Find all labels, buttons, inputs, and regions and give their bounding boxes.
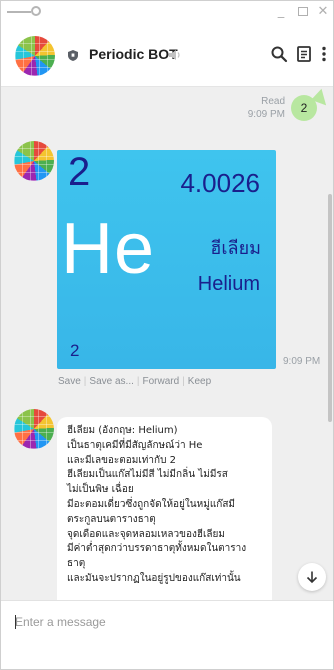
title-bar: _ ✕ [1,1,333,25]
search-icon[interactable] [270,45,288,63]
element-name-english: Helium [197,273,260,295]
element-name-thai: ฮีเลียม [210,238,261,259]
maximize-button[interactable] [295,4,311,20]
image-time: 9:09 PM [283,356,321,367]
separator: | [83,376,87,387]
bot-message-avatar[interactable] [14,409,54,449]
pin-icon[interactable] [7,11,31,13]
notes-icon[interactable] [295,45,313,63]
image-actions: Save | Save as... | Forward | Keep [58,376,211,387]
message-input[interactable] [15,613,315,631]
chat-window: _ ✕ Periodic BOT Read 9:09 PM 2 2 4.0026… [0,0,334,670]
text-caret [15,615,16,629]
bot-avatar[interactable] [15,36,55,76]
element-mass: 4.0026 [180,168,260,198]
close-button[interactable]: ✕ [315,4,331,20]
more-icon[interactable] [319,45,329,63]
keep-link[interactable]: Keep [188,376,211,387]
outgoing-time: 9:09 PM [247,109,285,120]
message-list[interactable]: Read 9:09 PM 2 2 4.0026 He ฮีเลียม Heliu… [1,87,333,600]
arrow-down-icon [306,571,318,584]
read-status: Read [261,96,285,107]
incoming-text-message[interactable]: ฮีเลียม (อังกฤษ: Helium) เป็นธาตุเคมีที่… [57,417,272,600]
forward-link[interactable]: Forward [142,376,179,387]
chat-header: Periodic BOT [1,25,333,87]
outgoing-meta: Read 9:09 PM [248,95,285,121]
outgoing-message[interactable]: 2 [291,95,317,121]
maximize-icon [298,7,308,16]
mute-icon [169,50,180,60]
separator: | [182,376,185,387]
scrollbar[interactable] [328,194,332,422]
element-number: 2 [68,150,91,194]
minimize-button[interactable]: _ [273,4,289,20]
pin-head-icon[interactable] [31,6,41,16]
message-text: ฮีเลียม (อังกฤษ: Helium) เป็นธาตุเคมีที่… [67,425,247,584]
save-as-link[interactable]: Save as... [89,376,133,387]
shield-icon [68,50,78,61]
element-symbol: He [61,209,156,289]
separator: | [136,376,140,387]
bot-name[interactable]: Periodic BOT [89,46,178,62]
save-link[interactable]: Save [58,376,81,387]
message-composer [1,600,333,669]
element-number-small: 2 [70,341,80,360]
element-card-image[interactable]: 2 4.0026 He ฮีเลียม Helium 2 [57,150,276,369]
scroll-to-bottom-button[interactable] [298,563,326,591]
bot-message-avatar[interactable] [14,141,54,181]
